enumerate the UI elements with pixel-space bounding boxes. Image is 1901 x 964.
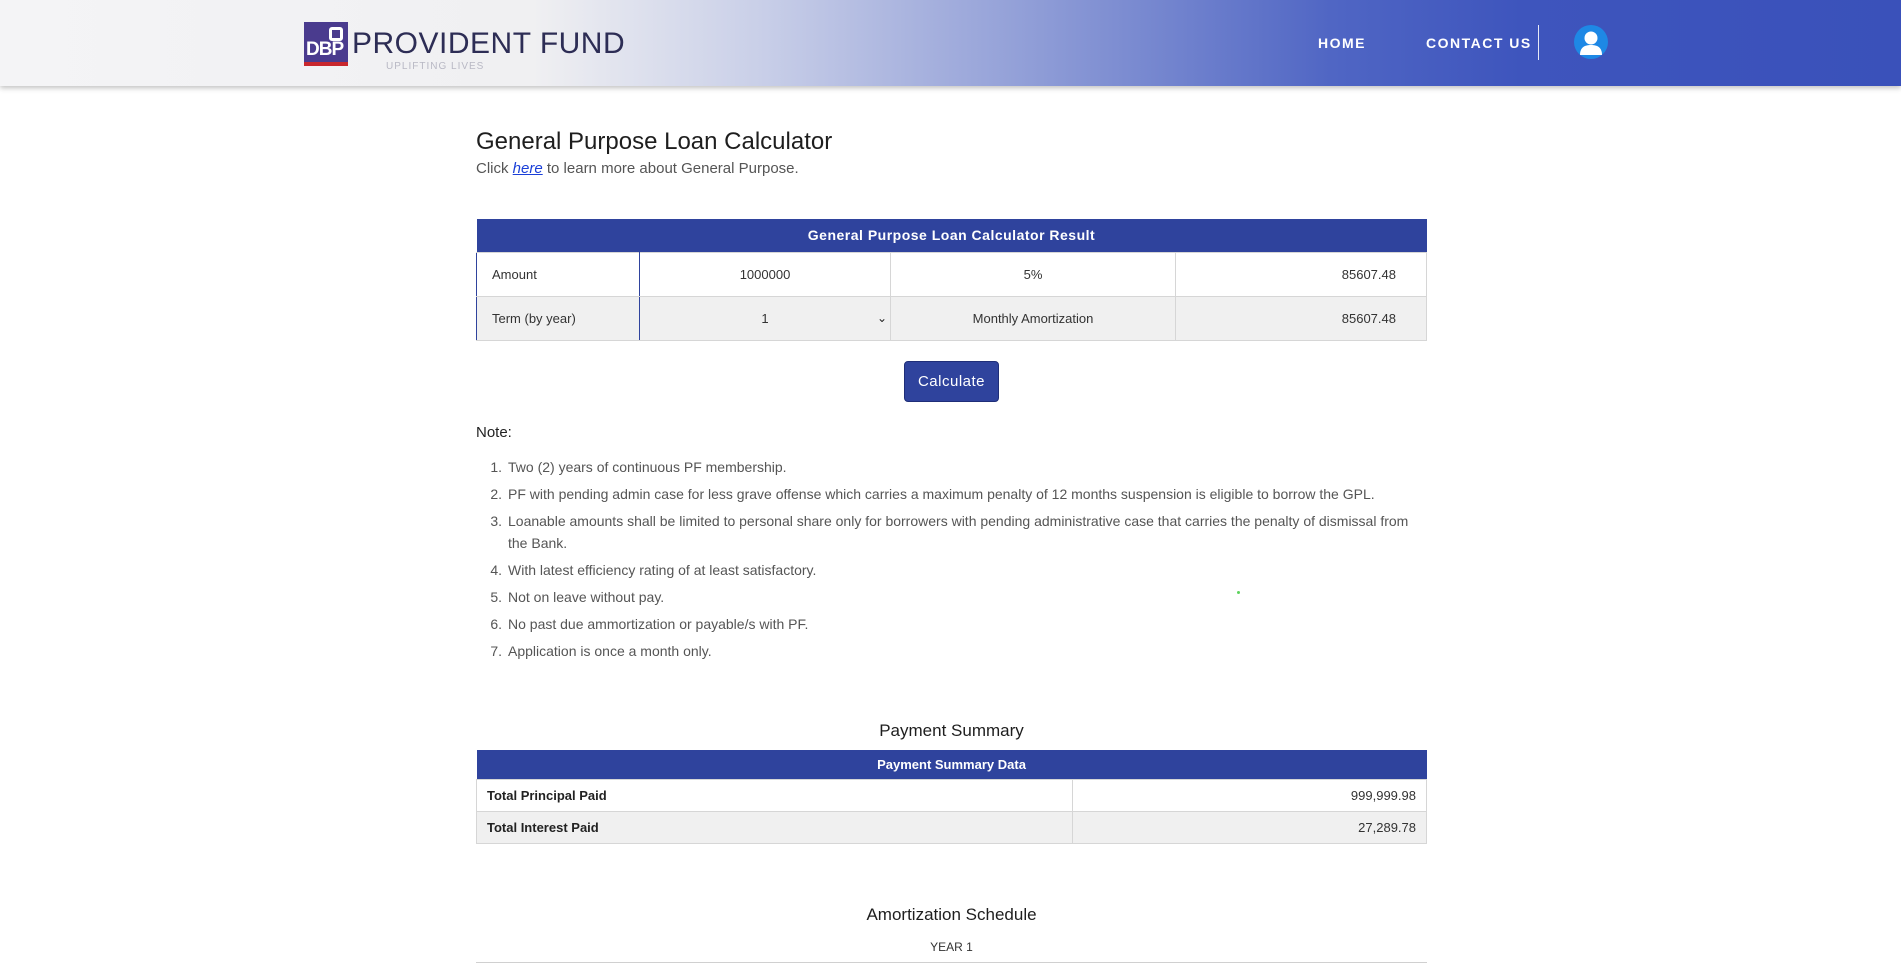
dbp-logo-badge: DBP	[304, 22, 348, 66]
note-item: 1. Two (2) years of continuous PF members…	[490, 459, 787, 475]
payment-summary-title: Payment Summary	[879, 721, 1024, 740]
provident-fund-logo[interactable]: DBP PROVIDENT FUND UPLIFTING LIVES	[304, 20, 626, 72]
term-label: Term (by year)	[476, 295, 640, 341]
payment-summary-header: Payment Summary Data	[476, 750, 1427, 779]
note-item: 7. Application is once a month only.	[490, 643, 712, 659]
note-item: 3. Loanable amounts shall be limited to p…	[490, 513, 1409, 551]
calculator-header: General Purpose Loan Calculator Result	[476, 219, 1427, 252]
chevron-down-icon: ⌄	[876, 311, 887, 325]
calculate-button[interactable]: Calculate	[904, 361, 999, 402]
amortization-year: YEAR 1	[930, 940, 973, 954]
monthly-amortization-label: Monthly Amortization	[890, 295, 1176, 341]
note-title: Note:	[476, 424, 512, 441]
total-principal-label: Total Principal Paid	[476, 778, 1073, 812]
top-header: DBP PROVIDENT FUND UPLIFTING LIVES HOME …	[0, 0, 1901, 86]
table-row: Total Principal Paid 999,999.98	[476, 778, 1427, 812]
total-interest-label: Total Interest Paid	[476, 810, 1073, 844]
term-select[interactable]: 1 ⌄	[639, 295, 891, 341]
user-icon[interactable]	[1574, 25, 1608, 59]
note-item: 2. PF with pending admin case for less gr…	[490, 486, 1375, 502]
divider	[476, 962, 1427, 963]
logo-tagline: UPLIFTING LIVES	[386, 61, 485, 72]
logo-name: PROVIDENT FUND	[352, 27, 626, 60]
intro-text: Click here to learn more about General P…	[476, 160, 799, 177]
interest-rate: 5%	[890, 251, 1176, 297]
amount-input[interactable]: 1000000	[639, 251, 891, 297]
page-title: General Purpose Loan Calculator	[476, 128, 833, 155]
nav-home-link[interactable]: HOME	[1318, 35, 1366, 51]
amount-label: Amount	[476, 251, 640, 297]
nav-divider	[1538, 25, 1539, 60]
total-interest-value: 27,289.78	[1072, 810, 1427, 844]
nav-contact-link[interactable]: CONTACT US	[1426, 35, 1532, 51]
note-item: 5. Not on leave without pay.	[490, 589, 665, 605]
monthly-amortization-value: 85607.48	[1175, 295, 1427, 341]
payment-summary-table: Payment Summary Data Total Principal Pai…	[476, 750, 1427, 844]
decorative-dot	[1237, 591, 1240, 594]
table-row: Total Interest Paid 27,289.78	[476, 810, 1427, 844]
note-list: 1. Two (2) years of continuous PF members…	[476, 456, 1428, 667]
total-principal-value: 999,999.98	[1072, 778, 1427, 812]
note-item: 4. With latest efficiency rating of at le…	[490, 562, 817, 578]
learn-more-link[interactable]: here	[513, 160, 543, 177]
calculator-table: General Purpose Loan Calculator Result A…	[476, 219, 1427, 341]
result-value: 85607.48	[1175, 251, 1427, 297]
amortization-title: Amortization Schedule	[866, 905, 1037, 924]
note-item: 6. No past due ammortization or payable/s…	[490, 616, 809, 632]
